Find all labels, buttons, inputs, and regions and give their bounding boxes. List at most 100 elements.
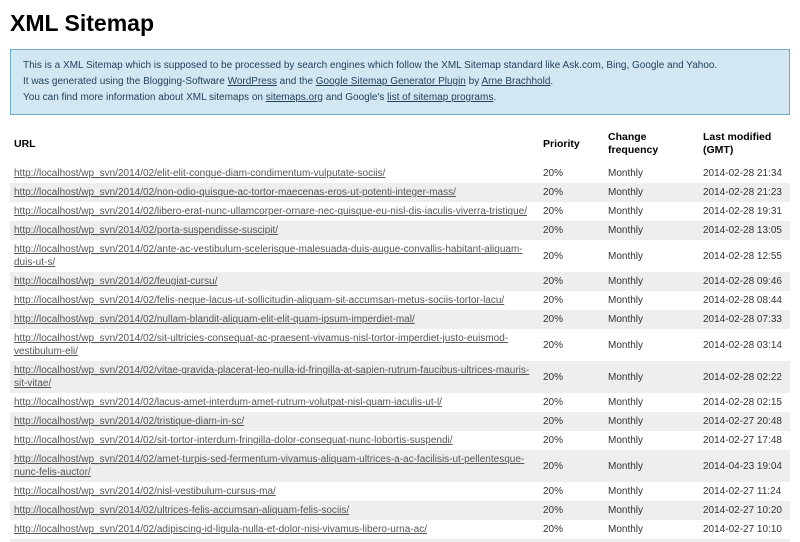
change-frequency-value: Monthly [604, 361, 699, 393]
priority-value: 20% [539, 164, 604, 183]
change-frequency-value: Monthly [604, 202, 699, 221]
sitemap-url-link[interactable]: http://localhost/wp_svn/2014/02/ante-ac-… [14, 244, 523, 268]
table-row: http://localhost/wp_svn/2014/02/adipisci… [10, 520, 790, 539]
sitemap-url-link[interactable]: http://localhost/wp_svn/2014/02/adipisci… [14, 524, 427, 535]
change-frequency-value: Monthly [604, 450, 699, 482]
sitemap-url-link[interactable]: http://localhost/wp_svn/2014/02/feugiat-… [14, 276, 217, 287]
priority-value: 20% [539, 291, 604, 310]
priority-value: 20% [539, 431, 604, 450]
change-frequency-value: Monthly [604, 329, 699, 361]
sitemap-info-box: This is a XML Sitemap which is supposed … [10, 49, 790, 115]
table-row: http://localhost/wp_svn/2014/02/sit-tort… [10, 431, 790, 450]
table-row: http://localhost/wp_svn/2014/02/ante-ac-… [10, 240, 790, 272]
last-modified-value: 2014-02-28 03:14 [699, 329, 790, 361]
table-row: http://localhost/wp_svn/2014/02/lacus-am… [10, 393, 790, 412]
change-frequency-value: Monthly [604, 520, 699, 539]
sitemap-url-link[interactable]: http://localhost/wp_svn/2014/02/tristiqu… [14, 416, 244, 427]
priority-value: 20% [539, 482, 604, 501]
table-row: http://localhost/wp_svn/2014/02/nullam-b… [10, 310, 790, 329]
sitemap-url-link[interactable]: http://localhost/wp_svn/2014/02/sit-ultr… [14, 333, 508, 357]
last-modified-value: 2014-04-23 19:04 [699, 450, 790, 482]
sitemap-table-body: http://localhost/wp_svn/2014/02/elit-eli… [10, 164, 790, 539]
last-modified-value: 2014-02-28 12:55 [699, 240, 790, 272]
priority-value: 20% [539, 393, 604, 412]
last-modified-value: 2014-02-28 02:15 [699, 393, 790, 412]
table-row: http://localhost/wp_svn/2014/02/amet-tur… [10, 450, 790, 482]
table-row: http://localhost/wp_svn/2014/02/elit-eli… [10, 164, 790, 183]
table-row: http://localhost/wp_svn/2014/02/nisl-ves… [10, 482, 790, 501]
table-row: http://localhost/wp_svn/2014/02/sit-ultr… [10, 329, 790, 361]
change-frequency-value: Monthly [604, 482, 699, 501]
last-modified-value: 2014-02-28 21:34 [699, 164, 790, 183]
change-frequency-value: Monthly [604, 183, 699, 202]
sitemap-url-link[interactable]: http://localhost/wp_svn/2014/02/vitae-gr… [14, 365, 529, 389]
priority-value: 20% [539, 310, 604, 329]
info-line-1-text: This is a XML Sitemap which is supposed … [23, 60, 717, 71]
last-modified-value: 2014-02-28 09:46 [699, 272, 790, 291]
sitemap-url-link[interactable]: http://localhost/wp_svn/2014/02/ultrices… [14, 505, 349, 516]
priority-value: 20% [539, 240, 604, 272]
info-line-3-text: and Google's [323, 92, 387, 103]
last-modified-value: 2014-02-27 10:10 [699, 520, 790, 539]
table-row: http://localhost/wp_svn/2014/02/felis-ne… [10, 291, 790, 310]
info-line-2-text: and the [277, 76, 316, 87]
sitemap-url-link[interactable]: http://localhost/wp_svn/2014/02/lacus-am… [14, 397, 442, 408]
list-of-sitemap-programs-link[interactable]: list of sitemap programs [387, 92, 493, 103]
change-frequency-value: Monthly [604, 221, 699, 240]
sitemap-url-link[interactable]: http://localhost/wp_svn/2014/02/amet-tur… [14, 454, 524, 478]
priority-value: 20% [539, 221, 604, 240]
sitemap-page: XML Sitemap This is a XML Sitemap which … [0, 0, 800, 542]
column-header-url: URL [10, 123, 539, 164]
last-modified-value: 2014-02-28 21:23 [699, 183, 790, 202]
arne-brachhold-link[interactable]: Arne Brachhold [481, 76, 550, 87]
last-modified-value: 2014-02-27 20:48 [699, 412, 790, 431]
info-line-2-text: It was generated using the Blogging-Soft… [23, 76, 228, 87]
sitemap-url-link[interactable]: http://localhost/wp_svn/2014/02/porta-su… [14, 225, 278, 236]
change-frequency-value: Monthly [604, 240, 699, 272]
change-frequency-value: Monthly [604, 431, 699, 450]
sitemap-url-link[interactable]: http://localhost/wp_svn/2014/02/felis-ne… [14, 295, 504, 306]
sitemaps-org-link[interactable]: sitemaps.org [266, 92, 323, 103]
priority-value: 20% [539, 202, 604, 221]
table-header-row: URL Priority Change frequency Last modif… [10, 123, 790, 164]
change-frequency-value: Monthly [604, 164, 699, 183]
info-line-3-text: . [493, 92, 496, 103]
table-row: http://localhost/wp_svn/2014/02/vitae-gr… [10, 361, 790, 393]
info-line-2-text: by [466, 76, 482, 87]
priority-value: 20% [539, 412, 604, 431]
info-line-1: This is a XML Sitemap which is supposed … [23, 58, 777, 74]
last-modified-value: 2014-02-28 08:44 [699, 291, 790, 310]
priority-value: 20% [539, 450, 604, 482]
table-row: http://localhost/wp_svn/2014/02/porta-su… [10, 221, 790, 240]
last-modified-value: 2014-02-27 11:24 [699, 482, 790, 501]
info-line-2-text: . [550, 76, 553, 87]
sitemap-url-link[interactable]: http://localhost/wp_svn/2014/02/libero-e… [14, 206, 527, 217]
sitemap-url-link[interactable]: http://localhost/wp_svn/2014/02/elit-eli… [14, 168, 385, 179]
priority-value: 20% [539, 183, 604, 202]
table-row: http://localhost/wp_svn/2014/02/ultrices… [10, 501, 790, 520]
priority-value: 20% [539, 361, 604, 393]
info-line-2: It was generated using the Blogging-Soft… [23, 74, 777, 90]
change-frequency-value: Monthly [604, 272, 699, 291]
sitemap-url-link[interactable]: http://localhost/wp_svn/2014/02/sit-tort… [14, 435, 453, 446]
sitemap-url-link[interactable]: http://localhost/wp_svn/2014/02/nullam-b… [14, 314, 415, 325]
last-modified-value: 2014-02-27 17:48 [699, 431, 790, 450]
sitemap-url-link[interactable]: http://localhost/wp_svn/2014/02/nisl-ves… [14, 486, 276, 497]
change-frequency-value: Monthly [604, 412, 699, 431]
priority-value: 20% [539, 272, 604, 291]
last-modified-value: 2014-02-28 19:31 [699, 202, 790, 221]
change-frequency-value: Monthly [604, 291, 699, 310]
page-title: XML Sitemap [10, 10, 790, 37]
change-frequency-value: Monthly [604, 310, 699, 329]
change-frequency-value: Monthly [604, 393, 699, 412]
wordpress-link[interactable]: WordPress [228, 76, 277, 87]
column-header-last-modified: Last modified (GMT) [699, 123, 790, 164]
last-modified-value: 2014-02-28 02:22 [699, 361, 790, 393]
priority-value: 20% [539, 501, 604, 520]
sitemap-url-link[interactable]: http://localhost/wp_svn/2014/02/non-odio… [14, 187, 456, 198]
info-line-3-text: You can find more information about XML … [23, 92, 266, 103]
table-row: http://localhost/wp_svn/2014/02/libero-e… [10, 202, 790, 221]
google-sitemap-generator-plugin-link[interactable]: Google Sitemap Generator Plugin [316, 76, 466, 87]
last-modified-value: 2014-02-28 13:05 [699, 221, 790, 240]
info-line-3: You can find more information about XML … [23, 90, 777, 106]
